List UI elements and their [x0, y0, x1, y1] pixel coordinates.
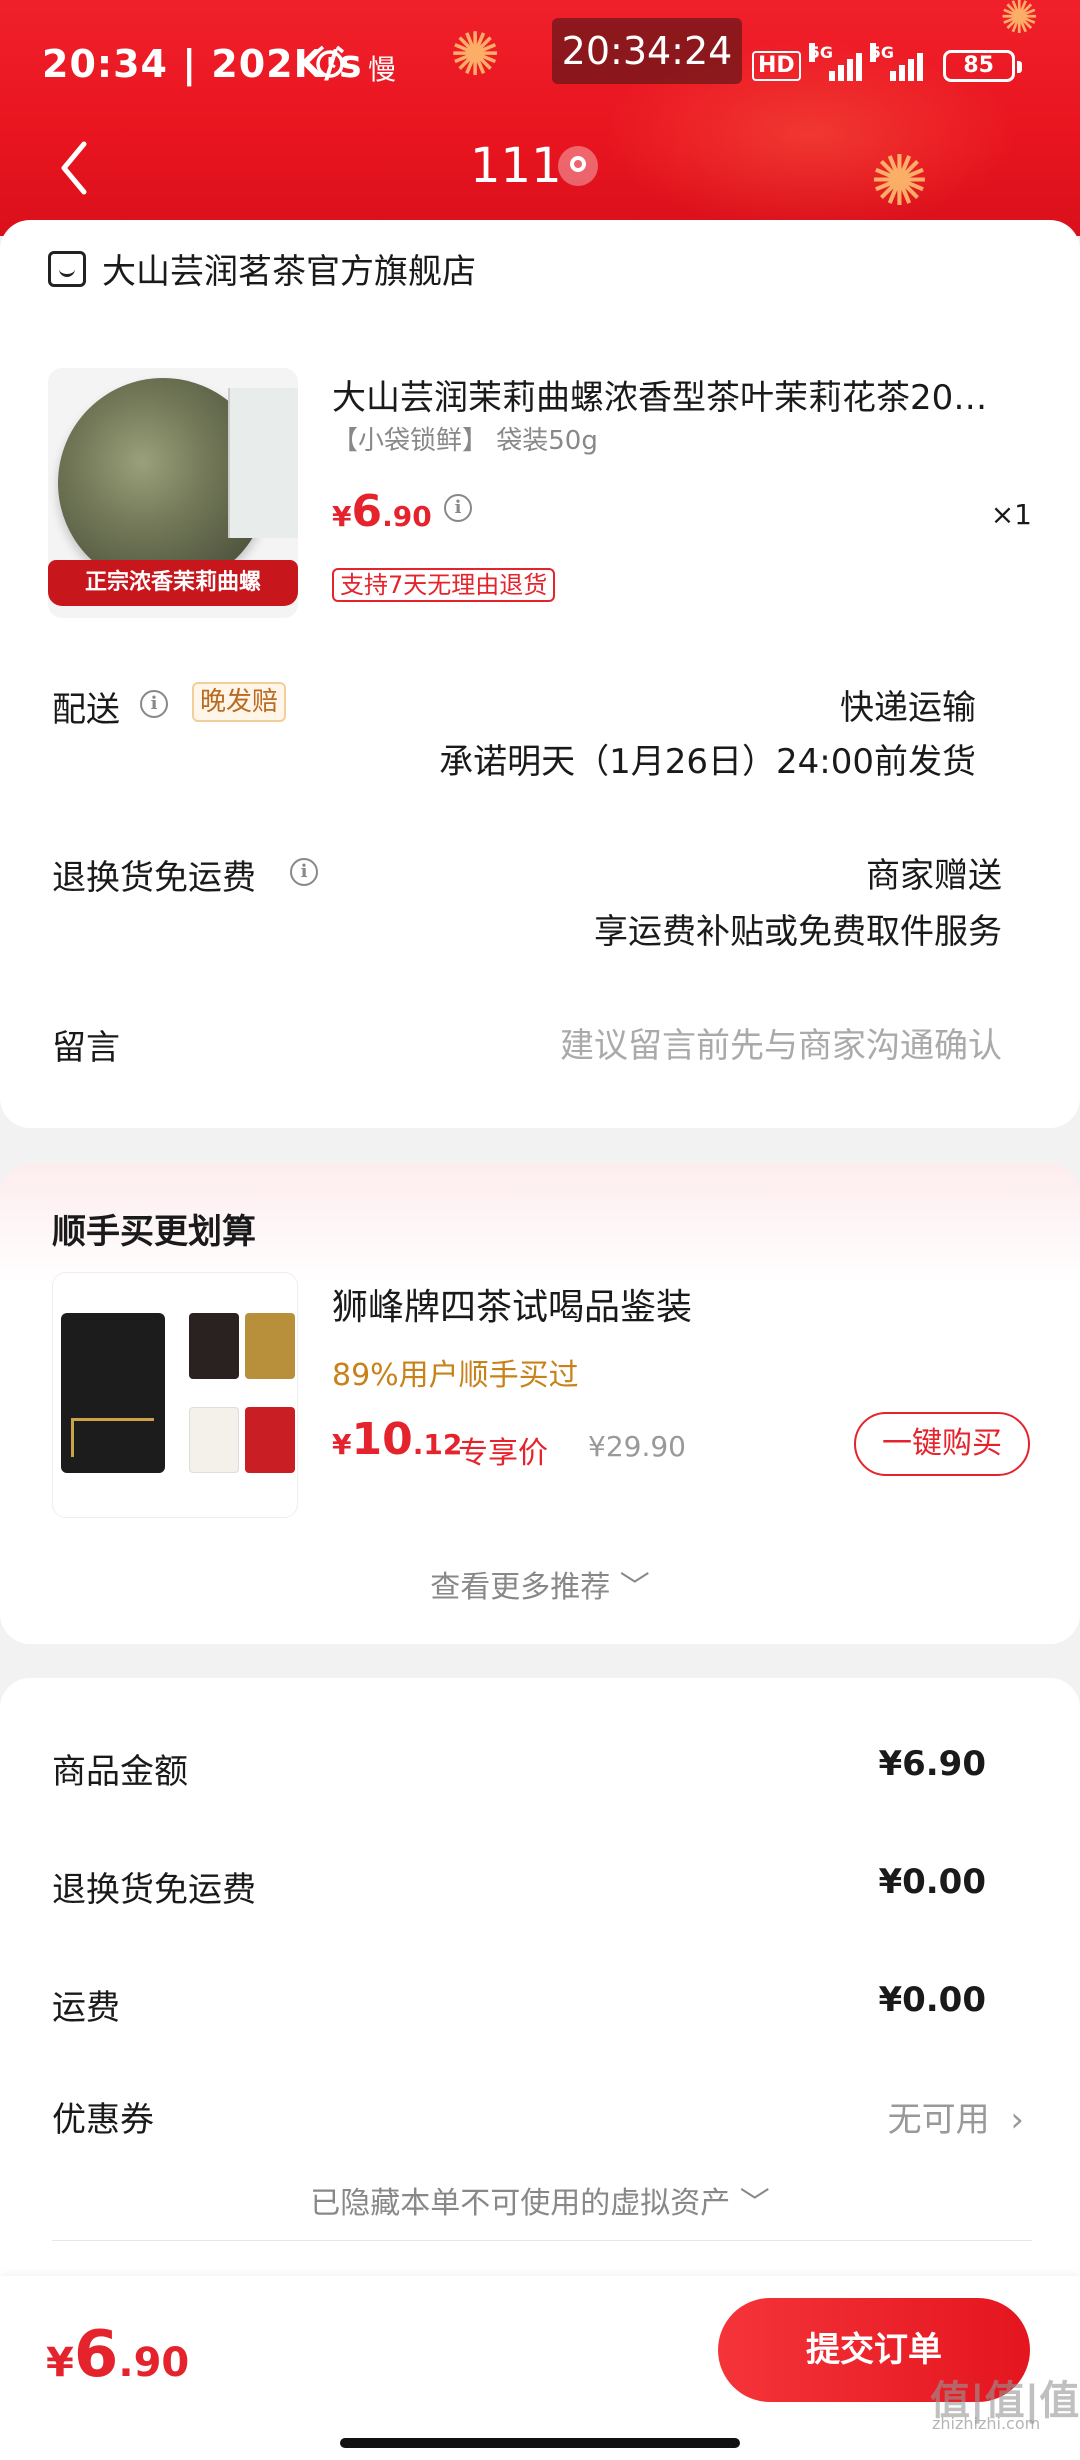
- total-price: ¥6.90: [46, 2318, 189, 2392]
- message-label: 留言: [52, 1028, 120, 1068]
- upsell-price: ¥10.12: [332, 1414, 462, 1465]
- home-indicator[interactable]: [340, 2438, 740, 2448]
- price-currency: ¥: [332, 500, 352, 533]
- one-click-buy-button[interactable]: 一键购买: [854, 1412, 1030, 1476]
- summary-value: ¥6.90: [878, 1744, 986, 1784]
- shop-row[interactable]: 大山芸润茗茶官方旗舰店: [48, 244, 476, 293]
- price-decimal: .90: [118, 2340, 190, 2386]
- store-icon: [48, 250, 86, 287]
- watermark-url: zhizhizhi.com: [932, 2414, 1041, 2433]
- coupon-value: 无可用: [887, 2100, 990, 2140]
- summary-row-coupon[interactable]: 优惠券 无可用 ›: [52, 2092, 1024, 2141]
- product-title[interactable]: 大山芸润茉莉曲螺浓香型茶叶茉莉花茶20…: [332, 370, 1032, 419]
- header: ✺ ✺ ✺ 20:34 | 202K/s 慢 20:34:24 HD 5G 5G…: [0, 0, 1080, 236]
- checkout-bar: ¥6.90 提交订单 值|值|值 zhizhizhi.com: [0, 2276, 1080, 2460]
- tea-pack-image: [189, 1407, 239, 1473]
- summary-label: 运费: [52, 1988, 120, 2028]
- product-spec[interactable]: 【小袋锁鲜】 袋装50g: [332, 420, 598, 457]
- summary-row-free-return: 退换货免运费 ¥0.00: [52, 1862, 986, 1911]
- chevron-down-icon: ﹀: [739, 2186, 770, 2221]
- summary-row-shipping: 运费 ¥0.00: [52, 1980, 986, 2029]
- chevron-down-icon: ﹀: [619, 1570, 650, 1605]
- tea-pack-image: [245, 1313, 295, 1379]
- upsell-product-image[interactable]: [52, 1272, 298, 1518]
- summary-value: ¥0.00: [878, 1862, 986, 1902]
- free-return-label: 退换货免运费: [52, 858, 256, 898]
- firework-icon: ✺: [870, 140, 929, 222]
- tea-pack-image: [245, 1407, 295, 1473]
- summary-label: 商品金额: [52, 1752, 188, 1792]
- status-bar: 20:34 | 202K/s 慢 20:34:24 HD 5G 5G 85: [0, 0, 1080, 120]
- alarm-icon: [315, 45, 345, 78]
- summary-label: 退换货免运费: [52, 1870, 256, 1910]
- delivery-info-icon[interactable]: i: [140, 690, 168, 718]
- original-price: ¥29.90: [588, 1430, 686, 1463]
- price-decimal: .12: [412, 1428, 463, 1461]
- back-arrow-icon[interactable]: [54, 138, 94, 198]
- order-card: 大山芸润茗茶官方旗舰店 正宗浓香茉莉曲螺 大山芸润茉莉曲螺浓香型茶叶茉莉花茶20…: [0, 220, 1080, 1128]
- signal-icon: 5G: [869, 43, 923, 81]
- product-image-banner: 正宗浓香茉莉曲螺: [48, 560, 298, 606]
- hidden-assets-toggle[interactable]: 已隐藏本单不可使用的虚拟资产 ﹀: [0, 2178, 1080, 2222]
- delivery-label: 配送: [52, 690, 120, 730]
- battery-icon: 85: [942, 50, 1022, 82]
- tea-gift-box-image: [61, 1313, 165, 1473]
- shop-name: 大山芸润茗茶官方旗舰店: [102, 252, 476, 292]
- signal-icon: 5G: [808, 43, 862, 81]
- network-type: 5G: [869, 43, 894, 62]
- slow-network-label: 慢: [368, 53, 397, 86]
- hd-indicator: HD: [752, 51, 801, 81]
- return-policy-badge: 支持7天无理由退货: [332, 568, 556, 602]
- status-right: HD 5G 5G 85: [752, 43, 1022, 86]
- summary-label: 优惠券: [52, 2100, 154, 2140]
- price-currency: ¥: [332, 1428, 352, 1461]
- summary-row-subtotal: 商品金额 ¥6.90: [52, 1744, 986, 1793]
- price-summary-card: 商品金额 ¥6.90 退换货免运费 ¥0.00 运费 ¥0.00 优惠券 无可用…: [0, 1678, 1080, 2278]
- chevron-right-icon: ›: [1010, 2100, 1024, 2140]
- price-integer: 10: [351, 1414, 413, 1465]
- free-return-value: 商家赠送: [866, 856, 1002, 896]
- free-return-desc: 享运费补贴或免费取件服务: [594, 912, 1002, 952]
- upsell-product-name[interactable]: 狮峰牌四茶试喝品鉴装: [332, 1278, 692, 1330]
- product-price: ¥6.90: [332, 486, 432, 537]
- network-type: 5G: [808, 43, 833, 62]
- delivery-promise: 承诺明天（1月26日）24:00前发货: [439, 742, 976, 782]
- quantity: ×1: [990, 498, 1032, 531]
- tea-pack-image: [189, 1313, 239, 1379]
- late-compensation-badge: 晚发赔: [192, 682, 287, 722]
- upsell-title: 顺手买更划算: [52, 1212, 256, 1252]
- price-info-icon[interactable]: i: [444, 494, 472, 522]
- hidden-assets-label: 已隐藏本单不可使用的虚拟资产: [310, 2186, 731, 2221]
- more-recommendations-label: 查看更多推荐: [430, 1570, 611, 1605]
- delivery-method: 快递运输: [840, 688, 976, 728]
- more-recommendations-link[interactable]: 查看更多推荐 ﹀: [0, 1562, 1080, 1606]
- price-integer: 6: [73, 2318, 119, 2392]
- divider: [52, 2240, 1032, 2241]
- summary-value: ¥0.00: [878, 1980, 986, 2020]
- upsell-card: 顺手买更划算 狮峰牌四茶试喝品鉴装 89%用户顺手买过 ¥10.12 专享价 ¥…: [0, 1164, 1080, 1644]
- upsell-purchase-stat: 89%用户顺手买过: [332, 1358, 579, 1393]
- price-currency: ¥: [46, 2340, 74, 2386]
- tea-bag-image: [228, 388, 298, 538]
- clock-overlay: 20:34:24: [552, 18, 742, 84]
- exclusive-price-label: 专享价: [458, 1436, 548, 1471]
- free-return-info-icon[interactable]: i: [290, 858, 318, 886]
- address-title[interactable]: 111: [470, 138, 562, 194]
- message-input[interactable]: 建议留言前先与商家沟通确认: [560, 1018, 1002, 1067]
- price-integer: 6: [351, 486, 383, 537]
- location-pin-icon[interactable]: [558, 146, 598, 186]
- price-decimal: .90: [382, 500, 432, 533]
- product-image[interactable]: 正宗浓香茉莉曲螺: [48, 368, 298, 618]
